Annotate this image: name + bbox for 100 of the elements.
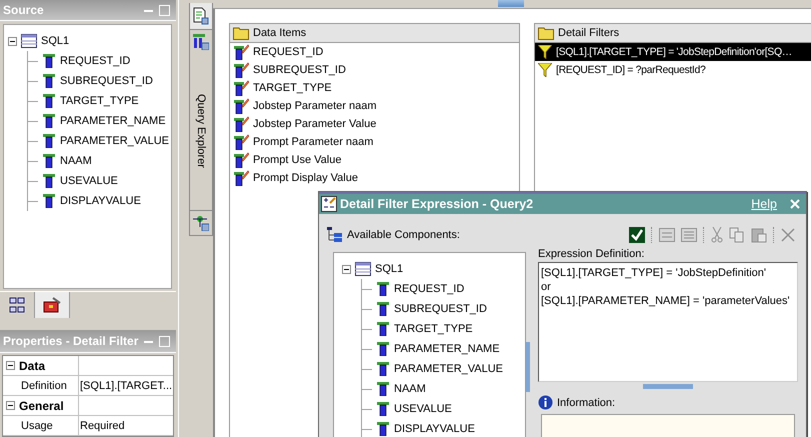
column-icon [42,194,56,208]
tree-item[interactable]: PARAMETER_NAME [60,115,166,128]
tree-item[interactable]: SQL1 [41,35,70,48]
group-label: General [19,398,64,412]
side-tab[interactable]: Query Explorer [189,30,213,211]
tree-item[interactable]: USEVALUE [60,175,118,188]
document-icon [193,7,209,25]
flow-icon [193,215,209,231]
column-icon [376,362,390,376]
data-item-icon [233,170,249,186]
maximize-icon[interactable] [159,336,170,346]
collapse-toggle[interactable] [6,401,15,410]
property-name: Usage [3,416,79,435]
column-icon [42,54,56,68]
data-item-icon [233,44,249,60]
delete-icon [781,228,795,242]
info-icon [538,395,553,410]
tree-item[interactable]: SQL1 [375,263,404,275]
tree-item[interactable]: DISPLAYVALUE [394,423,475,435]
panel-title: Source [3,3,44,18]
data-item[interactable]: TARGET_TYPE [253,82,332,94]
tree-item[interactable]: PARAMETER_VALUE [394,363,504,375]
column-icon [42,74,56,88]
tree-item[interactable]: NAAM [394,383,426,395]
tree-item[interactable]: TARGET_TYPE [60,95,139,108]
data-item[interactable]: SUBREQUEST_ID [253,64,346,76]
column-icon [376,382,390,396]
data-item[interactable]: Jobstep Parameter naam [253,100,377,112]
tree-item[interactable]: USEVALUE [394,403,452,415]
column-icon [376,302,390,316]
tree-item[interactable]: REQUEST_ID [394,283,464,295]
expression-icon [321,196,337,212]
data-item-icon [233,80,249,96]
column-icon [42,114,56,128]
expression-label: Expression Definition: [538,248,646,260]
property-value[interactable]: [SQL1].[TARGET... [79,376,173,395]
minimize-icon[interactable] [144,8,153,12]
minimize-icon[interactable] [144,340,153,342]
tree-item[interactable]: NAAM [60,155,92,168]
tree-item[interactable]: REQUEST_ID [60,55,130,68]
filter-icon [538,45,552,59]
structure-icon [9,297,25,313]
column-icon [376,402,390,416]
column-icon [376,282,390,296]
data-item-icon [233,152,249,168]
collapse-toggle[interactable] [8,36,17,46]
available-components-label: Available Components: [347,229,460,241]
folder-icon [233,26,249,40]
data-item-icon [233,116,249,132]
rows-icon [659,228,675,242]
table-icon [21,34,37,48]
data-item[interactable]: Prompt Parameter naam [253,136,374,148]
toolbox-icon [43,297,61,313]
query-icon [193,34,209,50]
property-value[interactable]: Required [79,416,173,435]
panel-title: Data Items [253,27,306,39]
dialog-title: Detail Filter Expression - Query2 [340,197,534,211]
splitter-handle[interactable] [643,384,693,389]
property-name: Definition [3,376,79,395]
splitter-handle[interactable] [526,342,530,392]
column-icon [42,154,56,168]
paste-icon [751,227,767,243]
panel-tab[interactable] [35,292,70,318]
table-icon [355,262,371,276]
data-item[interactable]: REQUEST_ID [253,46,324,58]
side-tab[interactable] [189,3,213,30]
tree-item[interactable]: DISPLAYVALUE [60,195,141,208]
column-icon [376,422,390,436]
data-item[interactable]: Prompt Display Value [253,172,358,184]
folder-icon [538,26,554,40]
collapse-toggle[interactable] [342,264,351,274]
column-icon [42,134,56,148]
tree-item[interactable]: PARAMETER_VALUE [60,135,170,148]
tree-item[interactable]: PARAMETER_NAME [394,343,500,355]
filter-icon [538,63,552,77]
tree-item[interactable]: TARGET_TYPE [394,323,473,335]
group-label: Data [19,358,46,372]
panel-title: Detail Filters [558,27,620,39]
toolbar-button[interactable] [626,227,648,243]
tree-item[interactable]: SUBREQUEST_ID [60,75,153,88]
filter-item[interactable]: [SQL1].[TARGET_TYPE] = 'JobStepDefinition'or[SQ… [535,43,811,61]
side-tab[interactable] [189,211,213,236]
information-label: Information: [557,396,616,408]
tree-icon [327,227,343,243]
close-icon[interactable] [790,199,800,209]
check-icon [629,227,645,243]
data-item-icon [233,98,249,114]
filter-item[interactable]: [REQUEST_ID] = ?parRequestId? [535,61,811,79]
column-icon [42,174,56,188]
data-item[interactable]: Prompt Use Value [253,154,342,166]
expression-editor[interactable]: [SQL1].[TARGET_TYPE] = 'JobStepDefinition' or [SQL1].[PARAMETER_NAME] = 'parameterValues' [538,262,798,382]
splitter-handle[interactable] [498,0,524,7]
maximize-icon[interactable] [159,4,170,16]
cut-icon [711,227,723,243]
data-item[interactable]: Jobstep Parameter Value [253,118,376,130]
collapse-toggle[interactable] [6,361,15,370]
tree-item[interactable]: SUBREQUEST_ID [394,303,487,315]
rows-icon [681,228,697,242]
data-item-icon [233,62,249,78]
data-item-icon [233,134,249,150]
